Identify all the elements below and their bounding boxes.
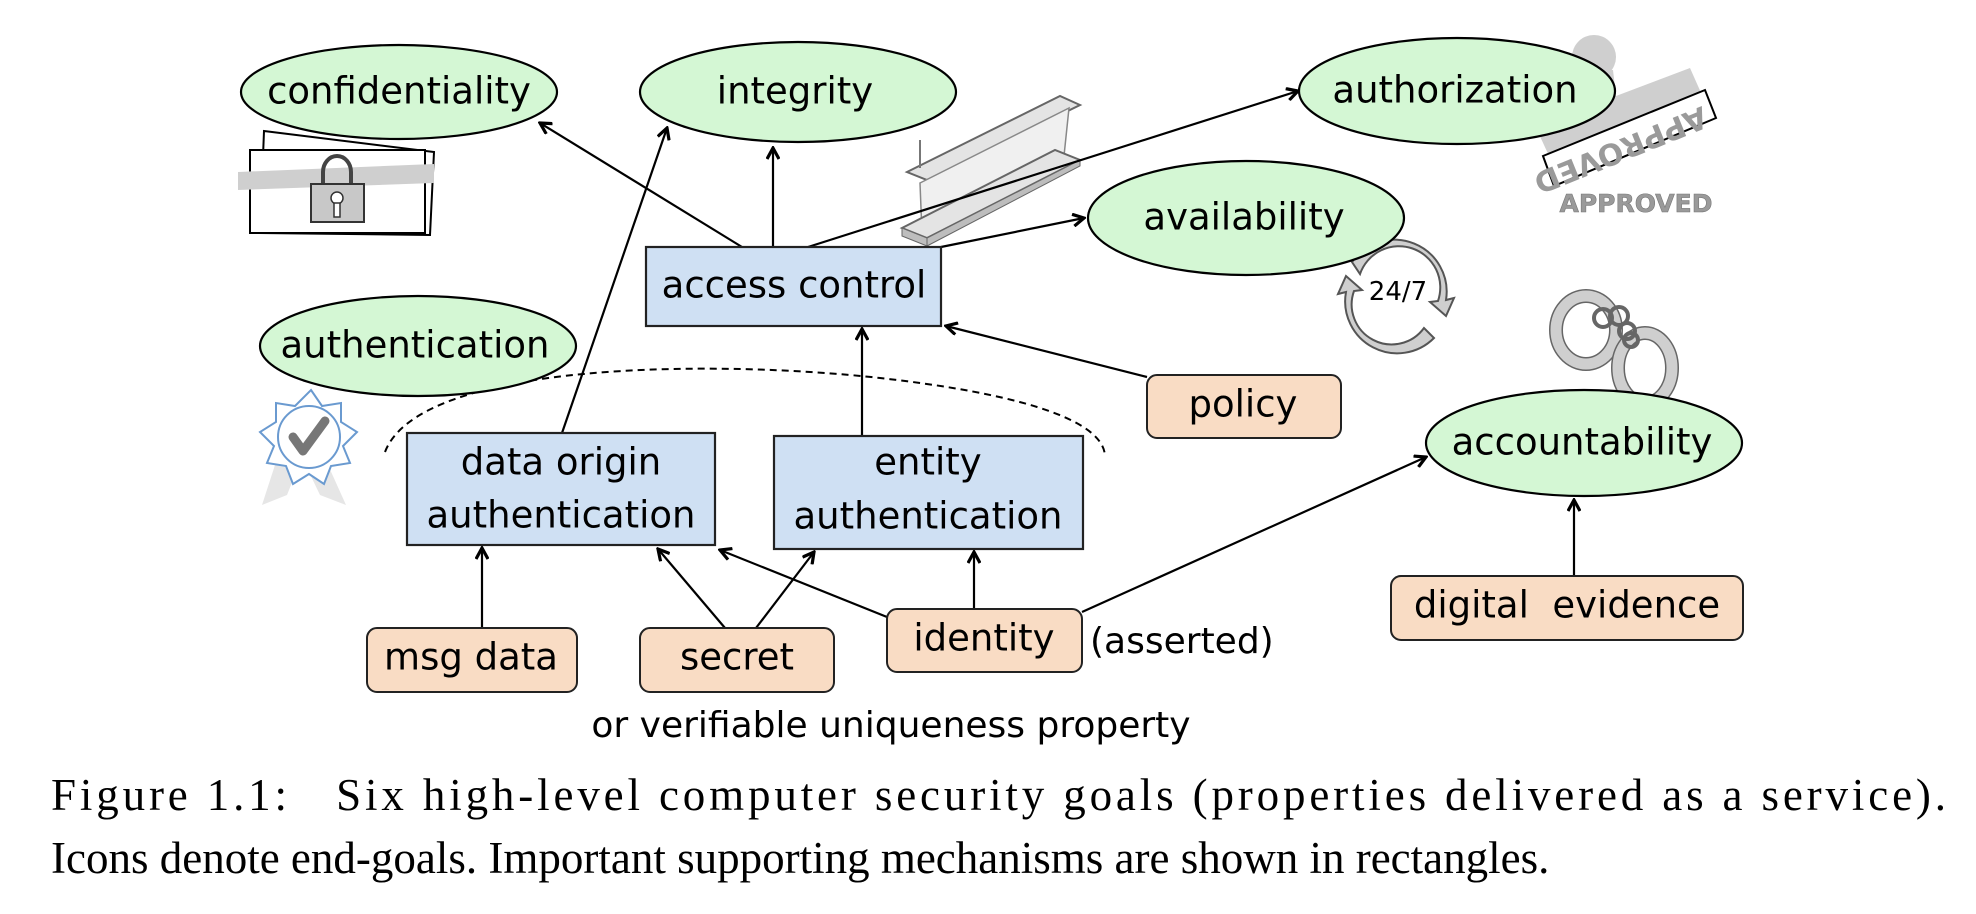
caption-line-2: Icons denote end-goals. Important suppor…: [51, 833, 1549, 883]
data-origin-label-line1: data origin: [461, 441, 661, 484]
asserted-annotation: (asserted): [1090, 621, 1274, 662]
input-secret: secret: [639, 627, 835, 693]
caption-line-1: Figure 1.1: Six high-level computer secu…: [51, 770, 1946, 820]
goal-confidentiality: confidentiality: [239, 43, 559, 141]
edge-secret-to-dataorigin: [658, 549, 726, 629]
input-digital-evidence: digital evidence: [1390, 575, 1744, 641]
entity-label-line2: authentication: [794, 495, 1063, 538]
handcuffs-icon: [1549, 289, 1679, 410]
goal-integrity-label: integrity: [717, 70, 873, 113]
goal-accountability: accountability: [1424, 388, 1744, 498]
goal-authentication-label: authentication: [281, 324, 550, 367]
clock-text: 24/7: [1369, 277, 1427, 307]
edge-secret-to-entity: [755, 552, 814, 629]
edge-identity-to-accountability: [1081, 457, 1426, 614]
security-goals-diagram: APPROVED APPROVED 24/7 confidentiality i…: [51, 35, 1946, 883]
edge-identity-to-dataorigin: [720, 550, 888, 619]
goal-availability: availability: [1086, 159, 1406, 277]
input-identity: identity: [886, 608, 1083, 673]
goal-authorization: authorization: [1297, 36, 1617, 146]
input-policy: policy: [1146, 374, 1342, 439]
goal-authentication: authentication: [258, 294, 578, 398]
goal-integrity: integrity: [638, 40, 958, 144]
stamp-text: APPROVED: [1559, 189, 1712, 218]
edge-access-to-confidentiality: [540, 123, 743, 248]
goal-confidentiality-label: confidentiality: [267, 70, 531, 113]
locked-envelope-icon: [238, 129, 436, 237]
msg-data-label: msg data: [384, 636, 558, 679]
goal-availability-label: availability: [1143, 196, 1344, 239]
access-control-label: access control: [662, 264, 927, 307]
entity-label-line1: entity: [874, 441, 981, 484]
uniqueness-annotation: or verifiable uniqueness property: [591, 705, 1190, 746]
identity-label: identity: [913, 617, 1054, 660]
mechanism-access-control: access control: [644, 245, 943, 328]
goal-authorization-label: authorization: [1332, 69, 1577, 112]
data-origin-label-line2: authentication: [427, 494, 696, 537]
digital-evidence-label: digital evidence: [1414, 584, 1720, 627]
edge-policy-to-access: [946, 326, 1148, 379]
mechanism-entity-authentication: entity authentication: [772, 434, 1085, 551]
policy-label: policy: [1189, 383, 1298, 426]
input-msg-data: msg data: [366, 627, 578, 693]
certified-badge-icon: [258, 388, 359, 505]
mechanism-data-origin-authentication: data origin authentication: [405, 431, 717, 547]
secret-label: secret: [680, 636, 794, 679]
goal-accountability-label: accountability: [1452, 421, 1713, 464]
